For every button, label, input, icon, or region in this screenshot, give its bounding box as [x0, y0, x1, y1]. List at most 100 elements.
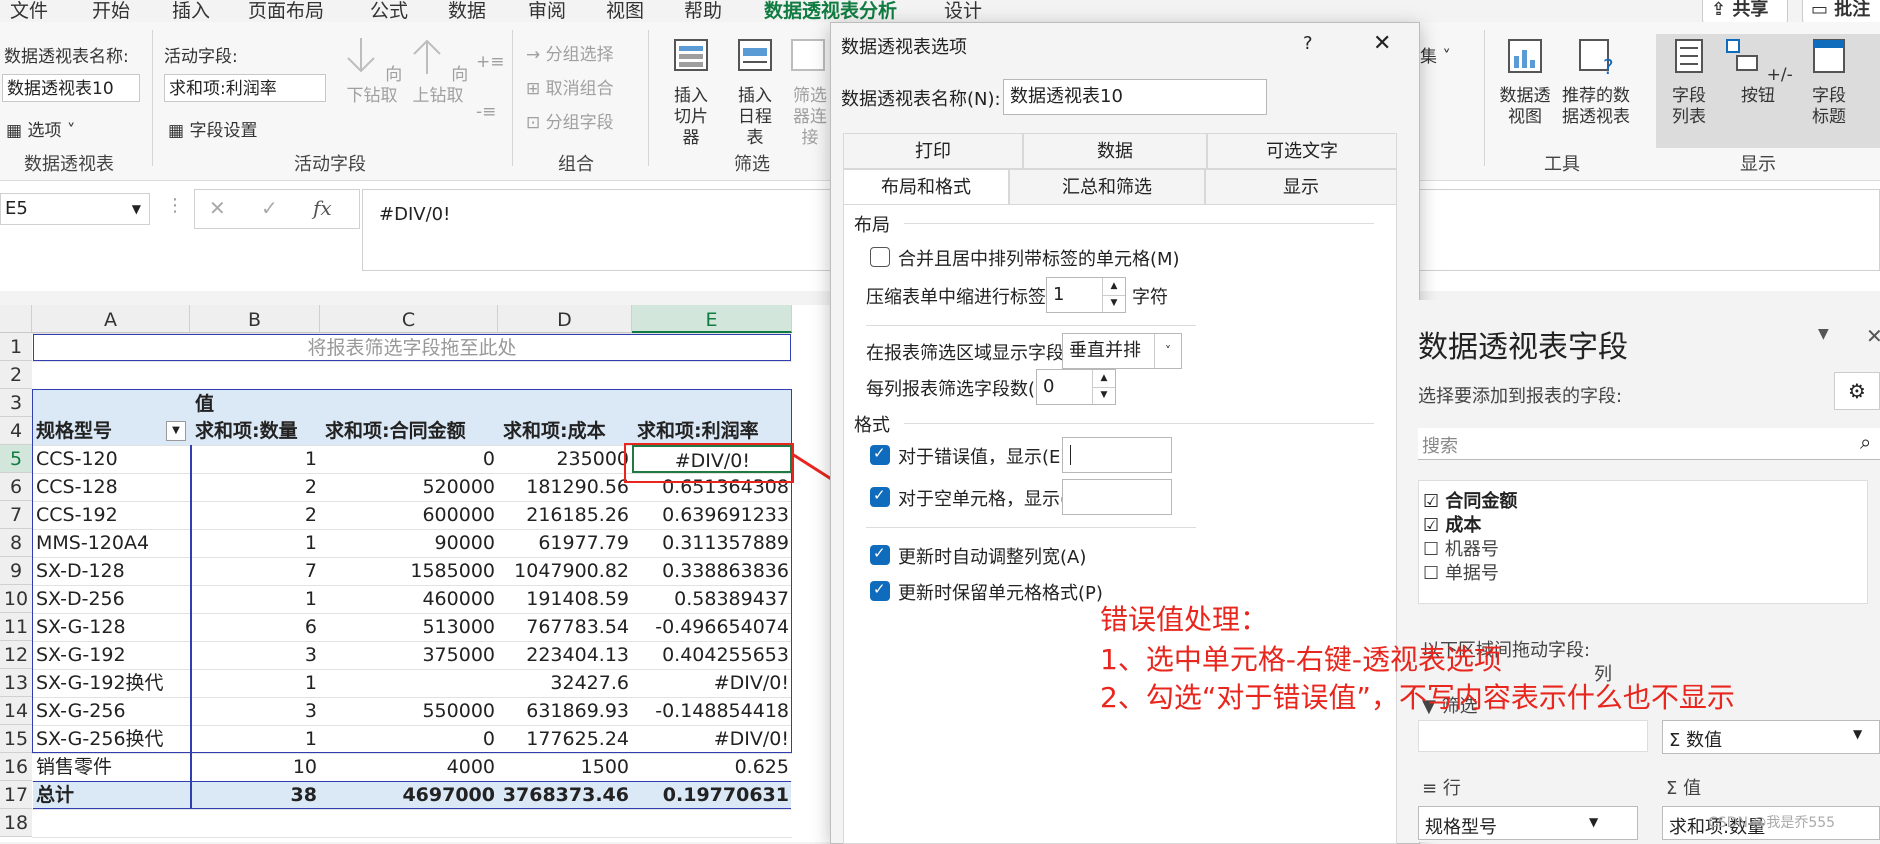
chevron-down-icon[interactable]: ▼: [1818, 326, 1829, 342]
indent-stepper[interactable]: 1 ▲ ▼: [1046, 277, 1126, 313]
cell-amount[interactable]: 513000: [320, 613, 498, 641]
cell-cost[interactable]: 61977.79: [498, 529, 632, 557]
cell-spec[interactable]: SX-G-128: [33, 613, 189, 641]
search-icon[interactable]: ⌕: [1860, 430, 1871, 454]
cell-cost[interactable]: 631869.93: [498, 697, 632, 725]
tab-pivot-analyze[interactable]: 数据透视表分析: [764, 0, 898, 29]
cell-margin[interactable]: #DIV/0!: [632, 725, 792, 753]
pivot-name-field[interactable]: 数据透视表10: [1003, 79, 1267, 115]
row-header[interactable]: 6: [0, 473, 32, 501]
cell-margin[interactable]: 0.311357889: [632, 529, 792, 557]
recommended-pivot-button[interactable]: ? 推荐的数据透视表: [1556, 36, 1636, 128]
cell-total-qty[interactable]: 38: [192, 781, 320, 809]
help-button[interactable]: ?: [1303, 33, 1313, 54]
expand-field-icon[interactable]: +≡: [476, 52, 505, 72]
empty-cell-checkbox[interactable]: [870, 486, 890, 507]
row-header[interactable]: 17: [0, 781, 32, 809]
empty-cell-input[interactable]: [1062, 479, 1172, 515]
tab-formulas[interactable]: 公式: [370, 0, 408, 23]
row-chip[interactable]: 规格型号 ▼: [1418, 806, 1638, 840]
cell-amount[interactable]: 4000: [320, 753, 498, 781]
autofit-checkbox[interactable]: [870, 544, 890, 565]
function-icon[interactable]: fx: [313, 196, 332, 220]
cell-qty[interactable]: 2: [192, 501, 320, 529]
field-headers-button[interactable]: 字段标题: [1798, 36, 1860, 128]
field-settings-button[interactable]: ▦ 字段设置: [168, 116, 257, 141]
filter-drop-zone[interactable]: 将报表筛选字段拖至此处: [33, 334, 791, 361]
cell-margin[interactable]: -0.148854418: [632, 697, 792, 725]
row-header[interactable]: 7: [0, 501, 32, 529]
cell-qty[interactable]: 7: [192, 557, 320, 585]
field-list-button[interactable]: 字段列表: [1658, 36, 1720, 128]
tab-file[interactable]: 文件: [10, 0, 48, 23]
row-header[interactable]: 9: [0, 557, 32, 585]
cell-amount[interactable]: 0: [320, 725, 498, 753]
cell-margin[interactable]: #DIV/0!: [632, 669, 792, 697]
cell-total-label[interactable]: 总计: [33, 781, 189, 809]
cell-amount[interactable]: 520000: [320, 473, 498, 501]
cell-qty[interactable]: 1: [192, 669, 320, 697]
cell-spec[interactable]: SX-D-128: [33, 557, 189, 585]
cell-spec[interactable]: CCS-120: [33, 445, 189, 473]
row-header[interactable]: 11: [0, 613, 32, 641]
tab-review[interactable]: 审阅: [528, 0, 566, 23]
cell-cost[interactable]: 223404.13: [498, 641, 632, 669]
cell-margin[interactable]: 0.338863836: [632, 557, 792, 585]
cell-amount[interactable]: 550000: [320, 697, 498, 725]
fields-per-col-stepper[interactable]: 0 ▲ ▼: [1036, 369, 1116, 405]
cell-cost[interactable]: 1500: [498, 753, 632, 781]
ungroup-button[interactable]: ⊞ 取消组合: [526, 74, 614, 99]
cell-spec[interactable]: MMS-120A4: [33, 529, 189, 557]
cell-spec[interactable]: SX-G-256换代: [33, 725, 189, 753]
cell-spec[interactable]: SX-D-256: [33, 585, 189, 613]
row-header[interactable]: 15: [0, 725, 32, 753]
column-header-b[interactable]: B: [190, 305, 320, 333]
row-header[interactable]: 2: [0, 361, 32, 389]
cell-spec[interactable]: SX-G-192: [33, 641, 189, 669]
cell-qty[interactable]: 3: [192, 697, 320, 725]
insert-slicer-button[interactable]: 插入切片器: [660, 36, 722, 149]
tab-alt-text[interactable]: 可选文字: [1207, 133, 1397, 169]
cell-amount[interactable]: [320, 669, 498, 697]
share-button[interactable]: ⇪ 共享: [1702, 0, 1788, 24]
cell-cost[interactable]: 32427.6: [498, 669, 632, 697]
error-value-input[interactable]: [1062, 437, 1172, 473]
spin-down-icon[interactable]: ▼: [1092, 387, 1115, 404]
field-item[interactable]: ☐ 单据号: [1423, 559, 1499, 585]
column-header-e[interactable]: E: [632, 305, 792, 333]
active-field-input[interactable]: 求和项:利润率: [164, 74, 326, 102]
cell-amount[interactable]: 90000: [320, 529, 498, 557]
error-value-checkbox[interactable]: [870, 444, 890, 465]
chevron-down-icon[interactable]: ˅: [1154, 334, 1181, 368]
filter-drop-area[interactable]: [1418, 720, 1648, 752]
tab-view[interactable]: 视图: [606, 0, 644, 23]
row-header[interactable]: 3: [0, 389, 32, 417]
cell-total-margin[interactable]: 0.19770631: [632, 781, 792, 809]
insert-timeline-button[interactable]: 插入日程表: [724, 36, 786, 149]
cell-margin[interactable]: 0.404255653: [632, 641, 792, 669]
row-header[interactable]: 14: [0, 697, 32, 725]
tab-design[interactable]: 设计: [944, 0, 982, 23]
cell-spec[interactable]: SX-G-256: [33, 697, 189, 725]
row-header[interactable]: 12: [0, 641, 32, 669]
column-header-c[interactable]: C: [320, 305, 498, 333]
cell-total-cost[interactable]: 3768373.46: [498, 781, 632, 809]
cell-qty[interactable]: 6: [192, 613, 320, 641]
cell-amount[interactable]: 1585000: [320, 557, 498, 585]
cell-cost[interactable]: 191408.59: [498, 585, 632, 613]
close-icon[interactable]: ✕: [1866, 324, 1880, 348]
cell-spec[interactable]: 销售零件: [33, 753, 189, 781]
cell-qty[interactable]: 1: [192, 445, 320, 473]
options-button[interactable]: ▦ 选项 ˅: [6, 116, 75, 141]
comment-button[interactable]: ▭ 批注: [1802, 0, 1880, 24]
cell-margin[interactable]: 0.58389437: [632, 585, 792, 613]
row-header[interactable]: 5: [0, 445, 32, 473]
tab-page-layout[interactable]: 页面布局: [248, 0, 324, 23]
column-header-a[interactable]: A: [32, 305, 190, 333]
cell-cost[interactable]: 767783.54: [498, 613, 632, 641]
pivot-name-input[interactable]: 数据透视表10: [2, 74, 140, 102]
cell-qty[interactable]: 1: [192, 585, 320, 613]
close-icon[interactable]: ✕: [1373, 31, 1391, 56]
select-all-corner[interactable]: [0, 305, 32, 333]
cell-amount[interactable]: 460000: [320, 585, 498, 613]
